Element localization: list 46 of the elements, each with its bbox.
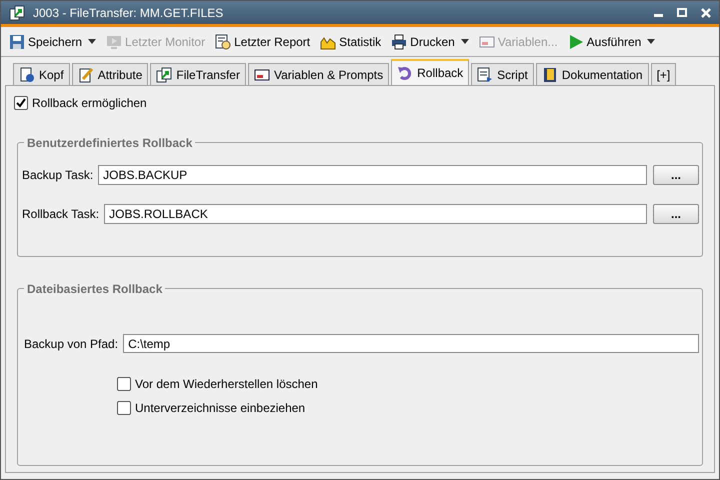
variables-icon (478, 34, 495, 50)
file-transfer-icon (9, 4, 25, 20)
script-icon (477, 66, 494, 82)
tab[interactable]: Kopf (13, 63, 70, 85)
browse-button[interactable]: ... (653, 204, 699, 224)
field-label: Backup Task: (22, 167, 94, 184)
printer-icon (391, 34, 408, 50)
checkbox[interactable] (14, 96, 28, 110)
checkbox-label: Unterverzeichnisse einbeziehen (135, 400, 306, 417)
caret-icon[interactable] (88, 39, 96, 44)
checkbox-label: Rollback ermöglichen (32, 95, 147, 112)
toolbar-button[interactable]: Drucken (391, 32, 455, 50)
play-icon (568, 34, 584, 50)
monitor-icon (106, 34, 122, 50)
tab[interactable]: Script (471, 63, 534, 85)
tab[interactable]: FileTransfer (150, 63, 246, 85)
window-title: J003 - FileTransfer: MM.GET.FILES (33, 4, 224, 22)
file-transfer-icon (156, 66, 172, 82)
text-field[interactable]: JOBS.ROLLBACK (104, 204, 647, 224)
checkbox[interactable] (117, 401, 131, 415)
checkbox-label: Vor dem Wiederherstellen löschen (135, 376, 318, 393)
tab[interactable]: Rollback (391, 59, 470, 85)
tab[interactable]: Variablen & Prompts (248, 63, 390, 85)
text-field[interactable]: C:\temp (123, 334, 699, 353)
field-label: Rollback Task: (22, 206, 100, 223)
maximize-icon[interactable] (677, 8, 687, 17)
caret-icon[interactable] (647, 39, 656, 44)
toolbar-button[interactable]: Statistik (320, 32, 382, 50)
document-info-icon (19, 66, 35, 82)
toolbar-button[interactable]: Ausführen (568, 32, 642, 50)
toolbar-button[interactable]: Letzter Report (215, 32, 310, 50)
tab[interactable]: Attribute (72, 63, 148, 85)
pencil-document-icon (78, 66, 94, 82)
book-icon (542, 66, 558, 82)
variables-icon (254, 66, 270, 82)
tab[interactable]: [+] (650, 63, 676, 85)
undo-arrow-icon (397, 65, 414, 81)
text-field[interactable]: JOBS.BACKUP (98, 165, 647, 185)
field-label: Backup von Pfad: (24, 336, 118, 352)
tab[interactable]: Dokumentation (536, 63, 649, 85)
browse-button[interactable]: ... (653, 165, 699, 185)
close-icon[interactable] (701, 8, 711, 18)
checkbox[interactable] (117, 377, 131, 391)
caret-icon[interactable] (460, 39, 469, 44)
toolbar-button[interactable]: Speichern (9, 32, 82, 50)
report-clock-icon (215, 34, 232, 50)
